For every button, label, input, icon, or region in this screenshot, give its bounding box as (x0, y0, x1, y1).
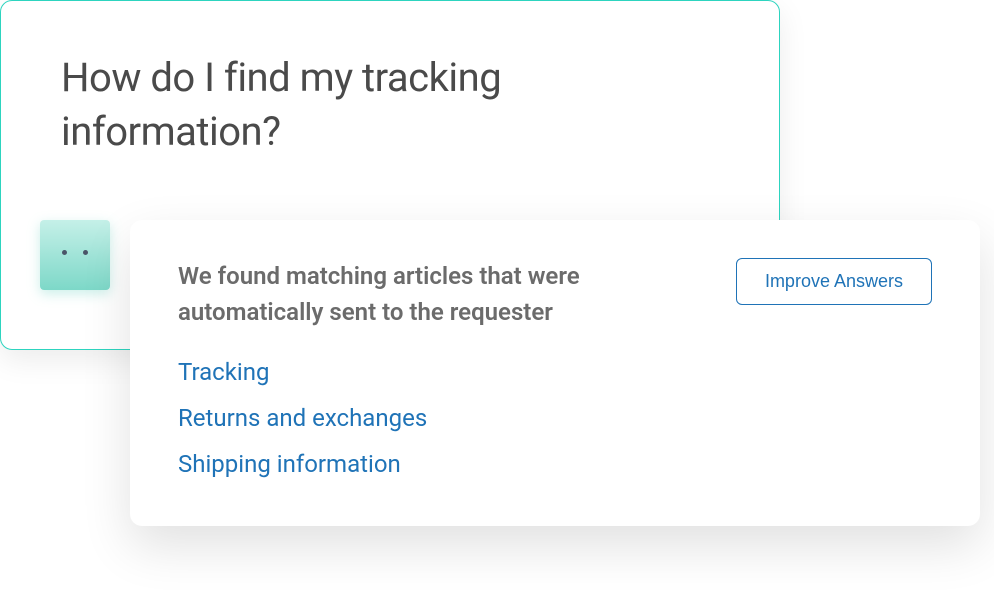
answer-header: We found matching articles that were aut… (178, 258, 932, 330)
article-link-shipping[interactable]: Shipping information (178, 450, 932, 478)
bot-avatar-icon (40, 220, 110, 290)
answer-header-text: We found matching articles that were aut… (178, 258, 658, 330)
improve-answers-button[interactable]: Improve Answers (736, 258, 932, 305)
article-link-tracking[interactable]: Tracking (178, 358, 932, 386)
answer-card: We found matching articles that were aut… (130, 220, 980, 526)
bot-eye-left (62, 250, 67, 255)
bot-eye-right (83, 250, 88, 255)
question-title: How do I find my tracking information? (61, 51, 719, 159)
article-links-list: Tracking Returns and exchanges Shipping … (178, 358, 932, 478)
article-link-returns[interactable]: Returns and exchanges (178, 404, 932, 432)
